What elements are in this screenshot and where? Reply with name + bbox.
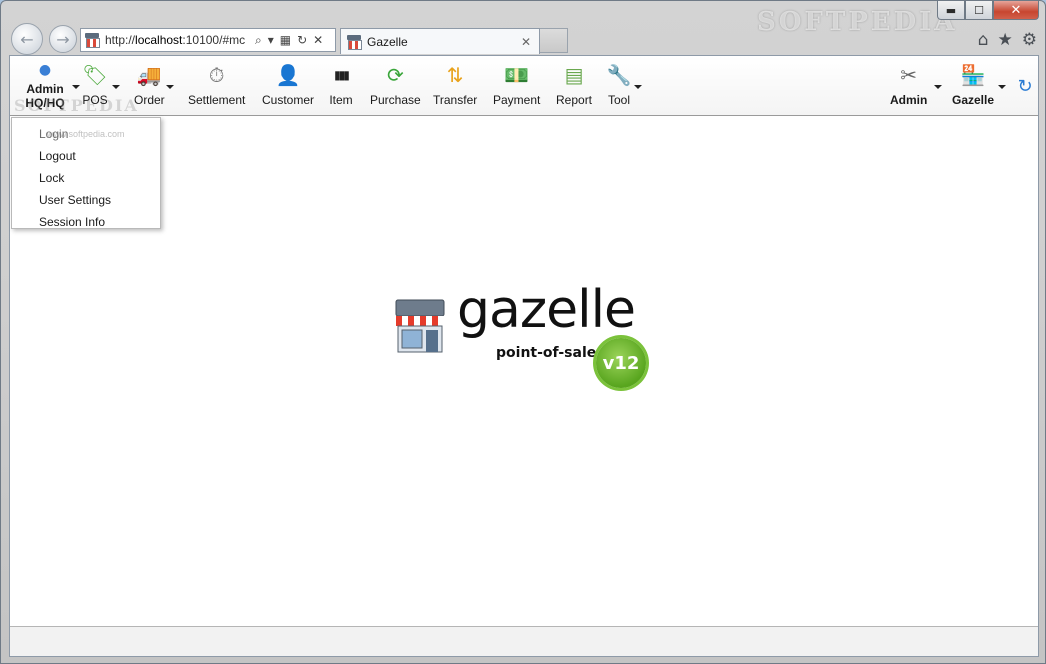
tool-label: Tool bbox=[607, 93, 630, 107]
tab-title: Gazelle bbox=[367, 34, 408, 49]
menu-item-lock[interactable]: Lock bbox=[12, 167, 160, 189]
user-dropdown-menu: www.softpedia.com Login Logout Lock User… bbox=[11, 117, 161, 229]
gazelle-icon: 🏪 bbox=[960, 63, 986, 87]
back-arrow-icon: ← bbox=[20, 29, 34, 49]
watermark: SOFTPEDIA bbox=[757, 7, 958, 37]
close-icon: ✕ bbox=[1010, 2, 1022, 18]
user-menu-button[interactable]: ● Admin HQ/HQ bbox=[18, 60, 80, 110]
toolbar-report-button[interactable]: ▤ Report bbox=[556, 62, 592, 107]
pos-chevron-down-icon[interactable] bbox=[112, 85, 120, 89]
customer-icon: 👤 bbox=[275, 63, 301, 87]
maximize-button[interactable]: ☐ bbox=[965, 1, 993, 20]
toolbar-tool-button[interactable]: 🔧 Tool bbox=[606, 62, 642, 107]
item-icon: ▮▮▮ bbox=[334, 68, 350, 82]
back-button[interactable]: ← bbox=[11, 23, 43, 55]
toolbar-purchase-button[interactable]: ⟳ Purchase bbox=[370, 62, 421, 107]
dropdown-arrow-icon[interactable]: ▾ bbox=[268, 33, 274, 48]
admin-chevron-down-icon[interactable] bbox=[934, 85, 942, 89]
close-tab-icon[interactable]: ✕ bbox=[521, 35, 531, 49]
report-icon: ▤ bbox=[564, 63, 584, 87]
transfer-label: Transfer bbox=[433, 93, 478, 107]
report-label: Report bbox=[556, 93, 593, 107]
tool-chevron-down-icon[interactable] bbox=[634, 85, 642, 89]
status-bar bbox=[10, 626, 1038, 656]
new-tab-button[interactable] bbox=[540, 28, 568, 53]
settlement-label: Settlement bbox=[188, 93, 246, 107]
toolbar-settlement-button[interactable]: ⏱ Settlement bbox=[188, 62, 245, 107]
user-icon: ● bbox=[38, 62, 52, 78]
page-viewport: ● Admin HQ/HQ SOFTPEDIA 🏷 POS 🚚 Order ⏱ Settle… bbox=[9, 55, 1039, 657]
toolbar-customer-button[interactable]: 👤 Customer bbox=[262, 62, 314, 107]
window-controls: ▬ ☐ ✕ bbox=[937, 1, 1039, 20]
address-bar[interactable]: http://localhost:10100/#mc ⌕ ▾ ▦ ↻ ✕ bbox=[80, 28, 336, 52]
payment-label: Payment bbox=[493, 93, 541, 107]
browser-command-icons: ⌂ ★ ⚙ bbox=[978, 30, 1037, 50]
pos-label: POS bbox=[82, 93, 108, 107]
app-refresh-icon[interactable]: ↻ bbox=[1012, 73, 1038, 99]
toolbar-gazelle-button[interactable]: 🏪 Gazelle bbox=[952, 62, 1006, 107]
gear-icon[interactable]: ⚙ bbox=[1022, 30, 1037, 50]
storefront-icon bbox=[395, 299, 445, 353]
toolbar-transfer-button[interactable]: ⇅ Transfer bbox=[433, 62, 477, 107]
browser-window: SOFTPEDIA ▬ ☐ ✕ ← → http://localhost:101… bbox=[0, 0, 1046, 664]
version-badge: v12 bbox=[596, 338, 646, 388]
item-label: Item bbox=[329, 93, 353, 107]
purchase-icon: ⟳ bbox=[386, 63, 404, 87]
chevron-down-icon bbox=[72, 85, 80, 89]
small-watermark: www.softpedia.com bbox=[47, 129, 125, 139]
toolbar-payment-button[interactable]: 💵 Payment bbox=[493, 62, 540, 107]
tool-icon: 🔧 bbox=[606, 63, 632, 87]
close-window-button[interactable]: ✕ bbox=[993, 1, 1039, 20]
gazelle-chevron-down-icon[interactable] bbox=[998, 85, 1006, 89]
minimize-icon: ▬ bbox=[945, 3, 957, 17]
stop-icon[interactable]: ✕ bbox=[313, 33, 323, 48]
tab-gazelle[interactable]: Gazelle ✕ bbox=[340, 28, 540, 54]
forward-button[interactable]: → bbox=[49, 25, 77, 53]
menu-item-session-info[interactable]: Session Info bbox=[12, 211, 160, 233]
gazelle-logo: gazelle point-of-sale v12 bbox=[392, 280, 662, 428]
customer-label: Customer bbox=[262, 93, 315, 107]
search-icon[interactable]: ⌕ bbox=[255, 33, 262, 48]
payment-icon: 💵 bbox=[504, 63, 530, 87]
tab-favicon-icon bbox=[346, 34, 362, 50]
settlement-icon: ⏱ bbox=[208, 63, 225, 87]
menu-item-logout[interactable]: Logout bbox=[12, 145, 160, 167]
admin-label: Admin bbox=[890, 93, 928, 107]
minimize-button[interactable]: ▬ bbox=[937, 1, 965, 20]
site-favicon-icon bbox=[84, 32, 100, 48]
home-icon[interactable]: ⌂ bbox=[978, 30, 989, 50]
logo-subtitle: point-of-sale bbox=[496, 345, 597, 361]
forward-arrow-icon: → bbox=[56, 29, 70, 49]
order-chevron-down-icon[interactable] bbox=[166, 85, 174, 89]
purchase-label: Purchase bbox=[370, 93, 421, 107]
order-icon: 🚚 bbox=[136, 63, 162, 87]
user-menu-label: Admin HQ/HQ bbox=[25, 82, 65, 110]
toolbar-pos-button[interactable]: 🏷 POS bbox=[82, 62, 120, 107]
gazelle-label: Gazelle bbox=[952, 93, 995, 107]
url-text[interactable]: http://localhost:10100/#mc bbox=[105, 33, 251, 47]
admin-icon: ✂ bbox=[900, 63, 918, 87]
logo-wordmark: gazelle bbox=[457, 280, 636, 340]
toolbar-admin-button[interactable]: ✂ Admin bbox=[890, 62, 942, 107]
maximize-icon: ☐ bbox=[974, 3, 984, 17]
transfer-icon: ⇅ bbox=[446, 63, 464, 87]
pos-icon: 🏷 bbox=[82, 63, 108, 87]
refresh-icon[interactable]: ↻ bbox=[297, 33, 307, 48]
menu-item-user-settings[interactable]: User Settings bbox=[12, 189, 160, 211]
compatibility-view-icon[interactable]: ▦ bbox=[280, 33, 291, 48]
toolbar-order-button[interactable]: 🚚 Order bbox=[134, 62, 174, 107]
favorites-star-icon[interactable]: ★ bbox=[998, 30, 1013, 50]
order-label: Order bbox=[134, 93, 165, 107]
app-toolbar: ● Admin HQ/HQ SOFTPEDIA 🏷 POS 🚚 Order ⏱ Settle… bbox=[10, 56, 1038, 116]
toolbar-item-button[interactable]: ▮▮▮ Item bbox=[328, 62, 354, 107]
